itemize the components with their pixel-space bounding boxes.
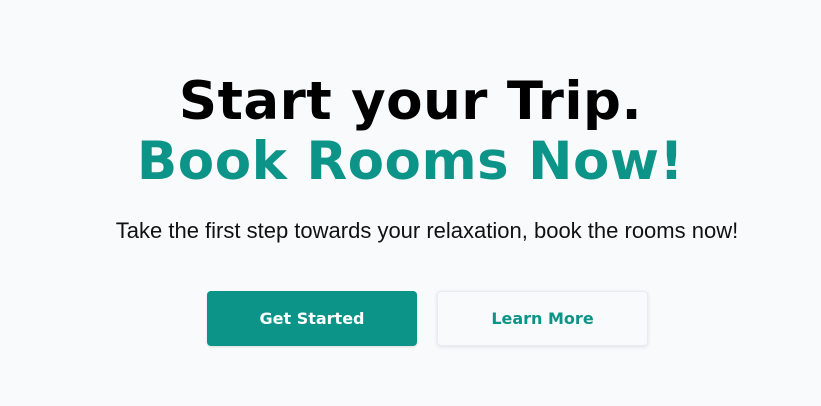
learn-more-button[interactable]: Learn More bbox=[437, 291, 648, 346]
hero-headline: Start your Trip. Book Rooms Now! bbox=[0, 72, 821, 192]
hero-subtitle: Take the first step towards your relaxat… bbox=[115, 218, 739, 243]
hero-section: Start your Trip. Book Rooms Now! Take th… bbox=[0, 0, 821, 406]
headline-line-1: Start your Trip. bbox=[178, 71, 643, 132]
headline-line-2: Book Rooms Now! bbox=[136, 131, 685, 192]
get-started-button[interactable]: Get Started bbox=[207, 291, 417, 346]
